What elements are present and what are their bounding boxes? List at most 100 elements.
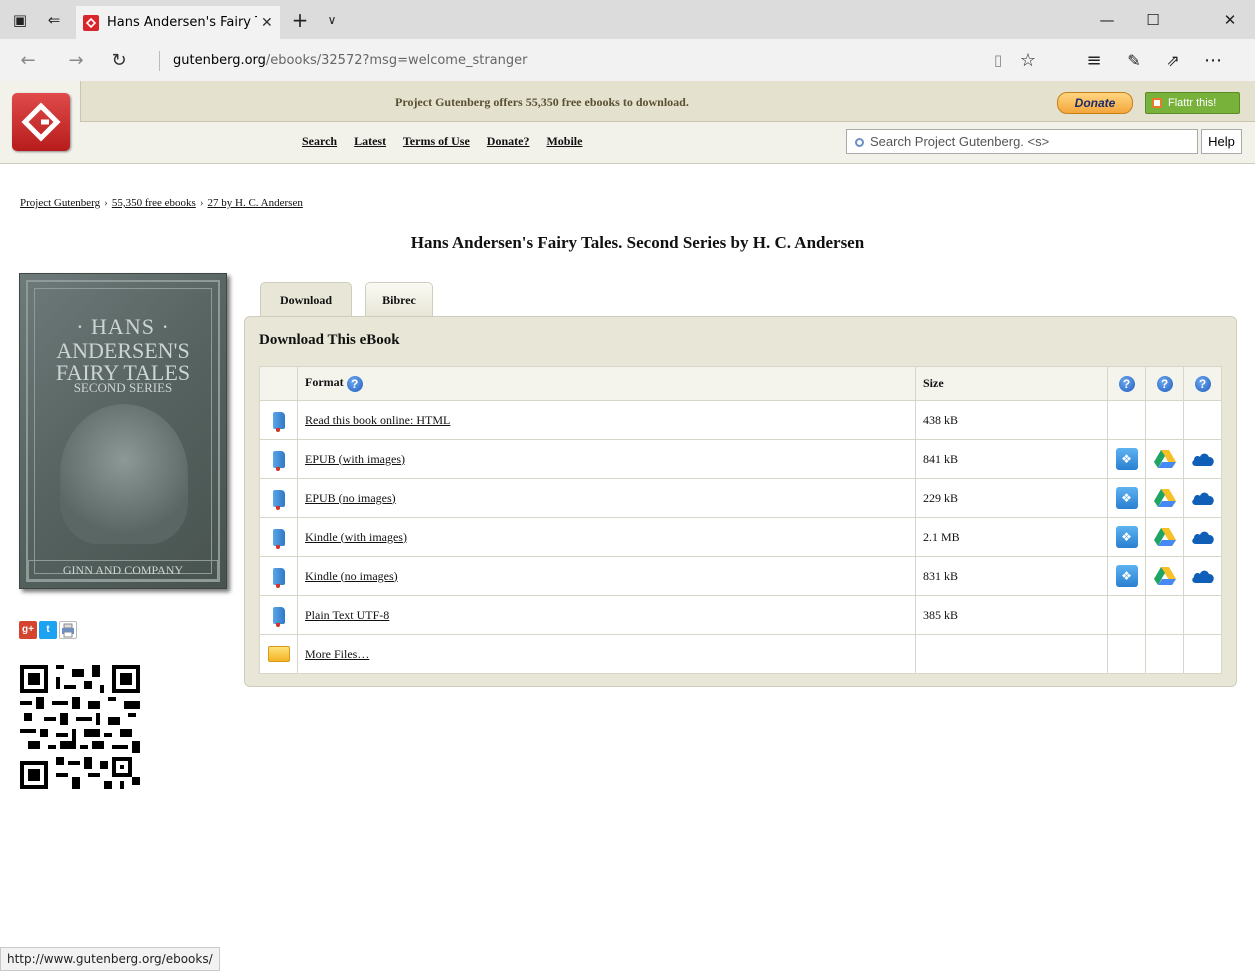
set-aside-tabs-icon[interactable]: ⇐ [44, 0, 64, 39]
onedrive-icon[interactable] [1191, 451, 1215, 467]
page-title: Hans Andersen's Fairy Tales. Second Seri… [410, 233, 865, 252]
breadcrumb-ebooks[interactable]: 55,350 free ebooks [112, 197, 196, 209]
donate-button[interactable]: Donate [1057, 92, 1133, 114]
download-link[interactable]: Kindle (no images) [305, 569, 398, 583]
table-header-row: Format ? Size ? ? ? [259, 366, 1222, 401]
onedrive-icon[interactable] [1191, 490, 1215, 506]
book-icon [272, 489, 285, 510]
google-drive-icon[interactable] [1153, 449, 1176, 469]
menu-mobile[interactable]: Mobile [546, 134, 582, 148]
format-help-icon[interactable]: ? [346, 375, 363, 392]
close-window-icon[interactable]: ✕ [1215, 0, 1245, 39]
onedrive-column-header: ? [1183, 366, 1222, 401]
size-cell: 841 kB [915, 439, 1108, 479]
size-cell: 2.1 MB [915, 517, 1108, 557]
dropbox-icon[interactable]: ❖ [1115, 565, 1138, 587]
google-plus-icon[interactable]: g+ [19, 621, 37, 639]
table-row: More Files… [259, 634, 1222, 674]
url-host: gutenberg.org [173, 53, 266, 68]
minimize-icon[interactable]: — [1092, 0, 1122, 39]
download-link[interactable]: Read this book online: HTML [305, 413, 450, 427]
project-gutenberg-logo[interactable] [12, 93, 70, 151]
breadcrumb-home[interactable]: Project Gutenberg [20, 197, 100, 209]
tab-actions-icon[interactable]: ▣ [10, 0, 30, 39]
flattr-button[interactable]: Flattr this! [1145, 92, 1240, 114]
format-cell: EPUB (with images) [297, 439, 916, 479]
table-row: EPUB (no images) 229 kB ❖ [259, 478, 1222, 518]
format-cell: EPUB (no images) [297, 478, 916, 518]
menu-search[interactable]: Search [302, 134, 337, 148]
cover-subtitle: SECOND SERIES [73, 380, 173, 395]
refresh-icon[interactable]: ↻ [105, 39, 133, 81]
menu-terms-of-use[interactable]: Terms of Use [403, 134, 470, 148]
onedrive-icon[interactable] [1191, 529, 1215, 545]
site-search-input[interactable]: Search Project Gutenberg. <s> [846, 129, 1198, 154]
google-drive-icon[interactable] [1153, 488, 1176, 508]
flattr-icon [1152, 98, 1162, 108]
download-link[interactable]: EPUB (with images) [305, 452, 405, 466]
cloud-cell [1183, 517, 1222, 557]
menu-latest[interactable]: Latest [354, 134, 386, 148]
hub-icon[interactable]: ≡ [1082, 39, 1106, 81]
gdrive-help-icon[interactable]: ? [1156, 375, 1173, 392]
google-drive-icon[interactable] [1153, 566, 1176, 586]
dropbox-help-icon[interactable]: ? [1118, 375, 1135, 392]
help-button[interactable]: Help [1201, 129, 1242, 154]
tab-bibrec[interactable]: Bibrec [365, 282, 433, 316]
cloud-cell [1183, 439, 1222, 479]
google-drive-icon[interactable] [1153, 527, 1176, 547]
table-row: Plain Text UTF-8 385 kB [259, 595, 1222, 635]
size-cell: 438 kB [915, 400, 1108, 440]
tab-preview-chevron-icon[interactable]: ∨ [322, 0, 342, 39]
close-tab-icon[interactable]: ✕ [261, 15, 273, 31]
menu-donate[interactable]: Donate? [487, 134, 530, 148]
onedrive-help-icon[interactable]: ? [1194, 375, 1211, 392]
format-cell: More Files… [297, 634, 916, 674]
size-cell [915, 634, 1108, 674]
download-link[interactable]: Plain Text UTF-8 [305, 608, 389, 622]
new-tab-icon[interactable]: + [290, 0, 310, 39]
url-field[interactable]: gutenberg.org/ebooks/32572?msg=welcome_s… [159, 51, 527, 71]
breadcrumb-author[interactable]: 27 by H. C. Andersen [208, 197, 303, 209]
book-icon [272, 528, 285, 549]
download-link[interactable]: Kindle (with images) [305, 530, 407, 544]
cloud-cell [1145, 595, 1184, 635]
maximize-icon[interactable]: ☐ [1138, 0, 1168, 39]
cloud-cell [1183, 556, 1222, 596]
web-note-icon[interactable]: ✎ [1122, 39, 1146, 81]
table-row: Kindle (no images) 831 kB ❖ [259, 556, 1222, 596]
cloud-cell [1145, 400, 1184, 440]
status-bar-url: http://www.gutenberg.org/ebooks/ [0, 947, 220, 971]
format-icon-cell [259, 478, 298, 518]
book-icon [272, 450, 285, 471]
dropbox-icon[interactable]: ❖ [1115, 487, 1138, 509]
table-row: EPUB (with images) 841 kB ❖ [259, 439, 1222, 479]
browser-tab[interactable]: Hans Andersen's Fairy T ✕ [76, 6, 280, 39]
twitter-icon[interactable]: t [39, 621, 57, 639]
share-icon[interactable]: ⇗ [1161, 39, 1185, 81]
site-menu: Search Latest Terms of Use Donate? Mobil… [302, 134, 596, 149]
download-link[interactable]: EPUB (no images) [305, 491, 396, 505]
dropbox-icon[interactable]: ❖ [1115, 526, 1138, 548]
table-row: Read this book online: HTML 438 kB [259, 400, 1222, 440]
dropbox-icon[interactable]: ❖ [1115, 448, 1138, 470]
browser-tab-bar: ▣ ⇐ Hans Andersen's Fairy T ✕ + ∨ — ☐ ✕ [0, 0, 1255, 39]
print-icon[interactable] [59, 621, 77, 639]
onedrive-icon[interactable] [1191, 568, 1215, 584]
cloud-cell [1145, 517, 1184, 557]
format-icon-cell [259, 595, 298, 635]
cloud-cell [1107, 634, 1146, 674]
size-column-header: Size [915, 366, 1108, 401]
back-icon[interactable]: ← [14, 39, 42, 81]
forward-icon[interactable]: → [62, 39, 90, 81]
cover-illustration [60, 404, 188, 544]
more-icon[interactable]: ⋯ [1198, 39, 1228, 81]
reading-view-icon[interactable]: ▯ [986, 39, 1010, 81]
breadcrumb-separator: › [104, 197, 108, 209]
format-icon-cell [259, 517, 298, 557]
favorite-star-icon[interactable]: ☆ [1016, 39, 1040, 81]
cloud-cell: ❖ [1107, 517, 1146, 557]
format-icon-cell [259, 400, 298, 440]
download-link[interactable]: More Files… [305, 647, 369, 661]
tab-download[interactable]: Download [260, 282, 352, 317]
